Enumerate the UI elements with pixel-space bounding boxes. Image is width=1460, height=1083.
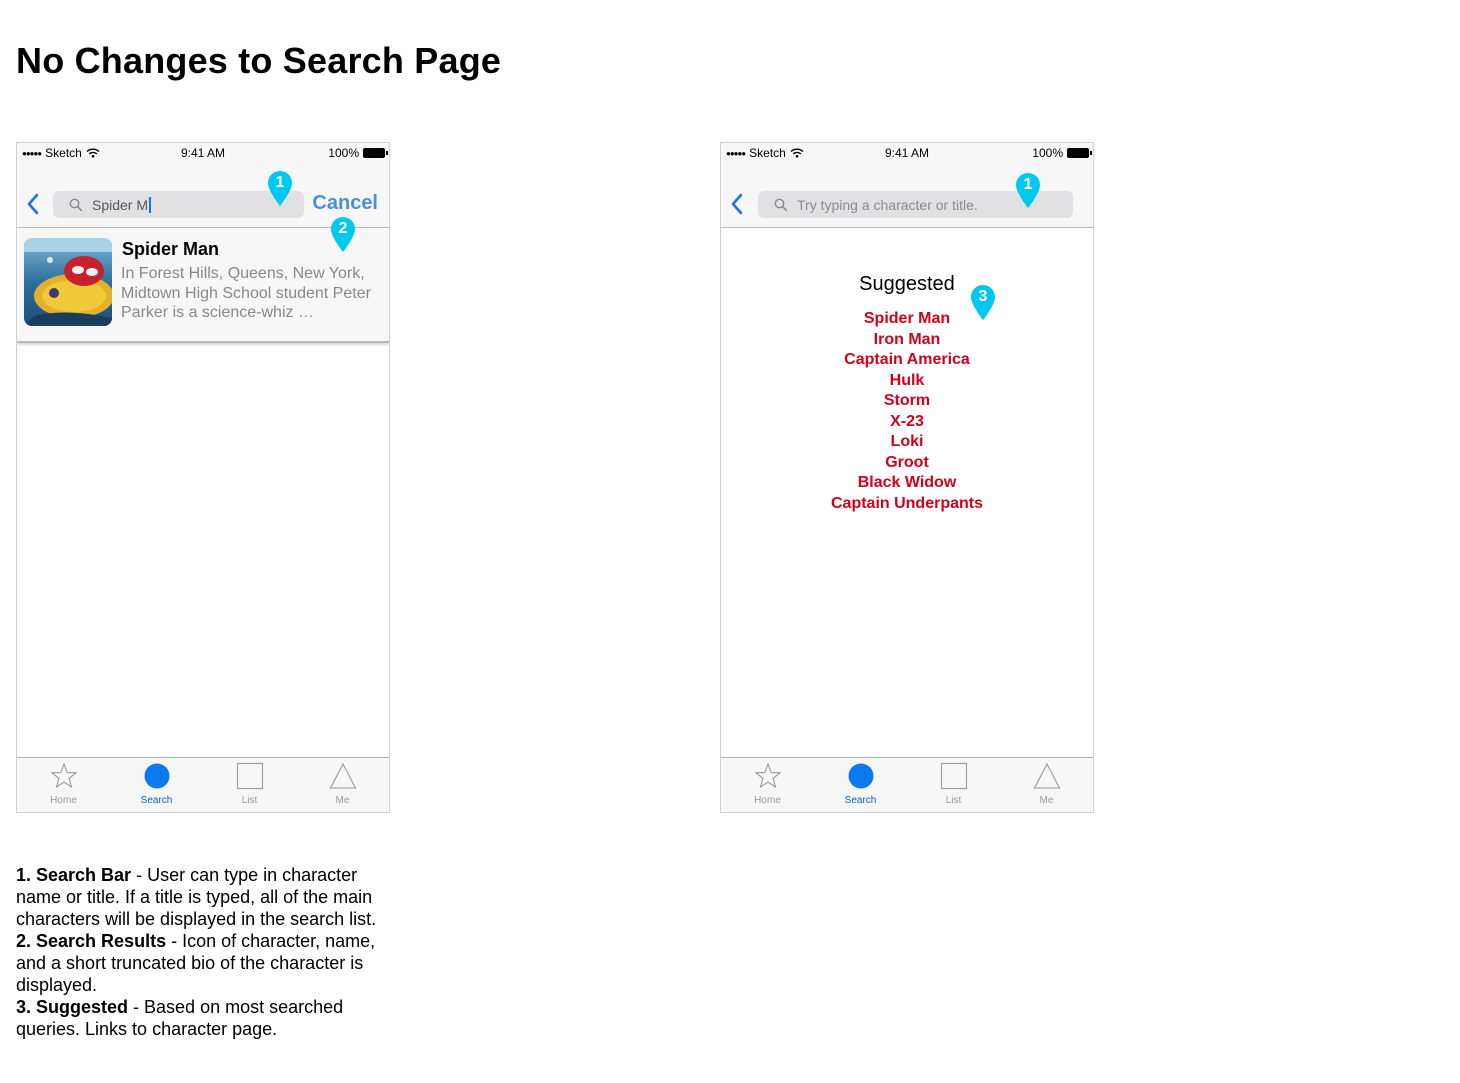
marker-number: 1: [275, 174, 285, 191]
result-name: Spider Man: [122, 239, 220, 259]
tab-home[interactable]: Home: [17, 758, 110, 812]
note-title: 1. Search Bar: [16, 865, 132, 885]
tab-label: Home: [754, 795, 781, 806]
battery-percent: 100%: [328, 146, 359, 160]
annotation-notes: 1. Search Bar - User can type in charact…: [16, 864, 386, 1040]
status-bar: ●●●●● Sketch 9:41 AM 100%: [17, 143, 389, 163]
suggested-item[interactable]: X-23: [721, 412, 1093, 433]
phone-suggested: ●●●●● Sketch 9:41 AM 100% Try typing a c…: [720, 142, 1094, 813]
back-chevron-icon[interactable]: [25, 193, 41, 215]
battery-icon: [363, 148, 388, 158]
tab-label: Home: [50, 795, 77, 806]
circle-icon: [848, 763, 873, 789]
tab-me[interactable]: Me: [296, 758, 389, 812]
triangle-icon: [329, 762, 356, 789]
square-icon: [940, 762, 967, 790]
annotation-marker-2: 2: [330, 217, 356, 253]
tab-search[interactable]: Search: [814, 758, 907, 812]
search-icon: [774, 198, 788, 211]
triangle-icon: [1033, 762, 1060, 789]
search-input-value: Spider M: [92, 196, 149, 213]
circle-icon: [144, 763, 169, 789]
result-bio: In Forest Hills, Queens, New York, Midto…: [121, 265, 371, 321]
battery-icon: [1067, 148, 1092, 158]
marker-number: 1: [1023, 176, 1033, 193]
suggested-item[interactable]: Captain Underpants: [721, 494, 1093, 515]
annotation-marker-3: 3: [970, 285, 996, 321]
note-title: 2. Search Results: [16, 931, 167, 951]
tab-label: Me: [1039, 795, 1054, 806]
tab-label: List: [945, 795, 962, 806]
star-icon: [50, 762, 77, 789]
tab-label: Search: [844, 795, 877, 806]
tab-bar: Home Search List Me: [17, 757, 389, 812]
marker-number: 2: [338, 220, 348, 237]
suggested-item[interactable]: Hulk: [721, 371, 1093, 392]
suggested-item[interactable]: Storm: [721, 391, 1093, 412]
tab-search[interactable]: Search: [110, 758, 203, 812]
star-icon: [754, 762, 781, 789]
suggested-heading: Suggested: [859, 273, 955, 295]
tab-list[interactable]: List: [907, 758, 1000, 812]
note-suggested: 3. Suggested - Based on most searched qu…: [16, 996, 386, 1040]
annotation-marker-1: 1: [267, 171, 293, 207]
cancel-button[interactable]: Cancel: [312, 192, 378, 215]
tab-list[interactable]: List: [203, 758, 296, 812]
suggested-item[interactable]: Loki: [721, 432, 1093, 453]
annotation-marker-1b: 1: [1015, 173, 1041, 209]
search-placeholder: Try typing a character or title.: [797, 196, 978, 213]
suggested-list: Spider Man Iron Man Captain America Hulk…: [721, 309, 1093, 514]
back-chevron-icon[interactable]: [729, 193, 745, 215]
character-thumbnail: [24, 238, 112, 326]
suggested-item[interactable]: Groot: [721, 453, 1093, 474]
suggested-section: Suggested Spider Man Iron Man Captain Am…: [721, 273, 1093, 514]
battery-percent: 100%: [1032, 146, 1063, 160]
tab-home[interactable]: Home: [721, 758, 814, 812]
page-title: No Changes to Search Page: [16, 40, 502, 81]
marker-number: 3: [978, 288, 988, 305]
suggested-item[interactable]: Captain America: [721, 350, 1093, 371]
note-title: 3. Suggested: [16, 997, 129, 1017]
status-bar: ●●●●● Sketch 9:41 AM 100%: [721, 143, 1093, 163]
tab-label: List: [241, 795, 258, 806]
text-caret: [149, 196, 152, 213]
suggested-item[interactable]: Black Widow: [721, 473, 1093, 494]
tab-me[interactable]: Me: [1000, 758, 1093, 812]
suggested-item[interactable]: Spider Man: [721, 309, 1093, 330]
suggested-item[interactable]: Iron Man: [721, 330, 1093, 351]
search-icon: [69, 198, 83, 211]
tab-label: Me: [335, 795, 350, 806]
tab-label: Search: [140, 795, 173, 806]
tab-bar: Home Search List Me: [721, 757, 1093, 812]
note-search-bar: 1. Search Bar - User can type in charact…: [16, 864, 386, 930]
square-icon: [236, 762, 263, 790]
note-search-results: 2. Search Results - Icon of character, n…: [16, 930, 386, 996]
